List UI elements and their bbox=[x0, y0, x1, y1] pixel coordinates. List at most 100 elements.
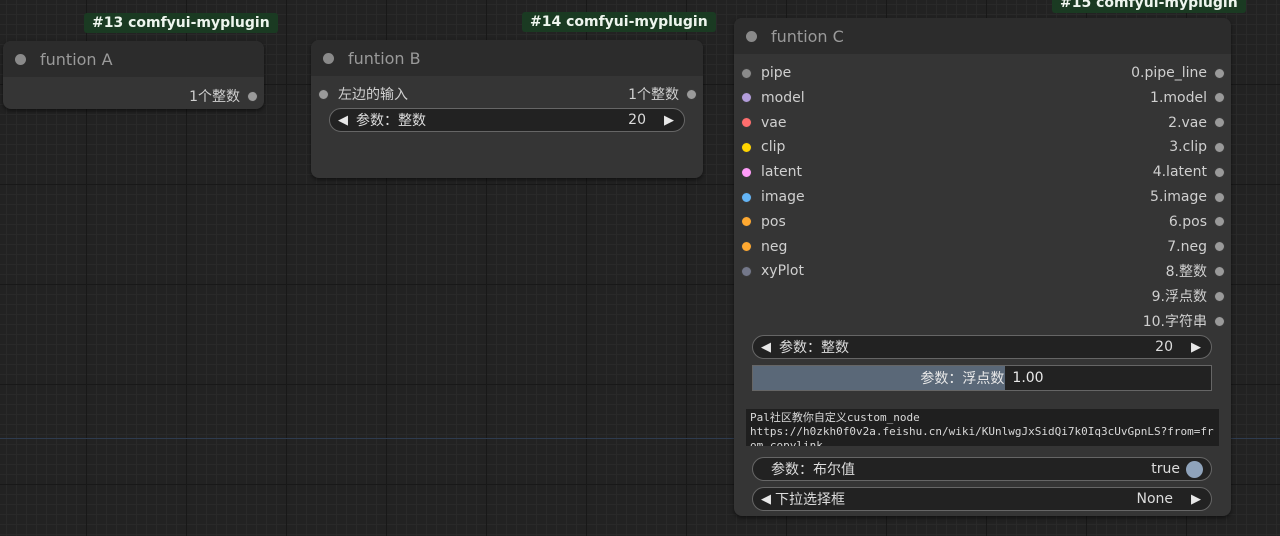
node-c-combo-widget[interactable]: ◀ 下拉选择框 None ▶ bbox=[752, 487, 1212, 511]
node-c-output-port[interactable]: 0.pipe_line bbox=[1131, 63, 1225, 83]
output-slot-icon[interactable] bbox=[686, 88, 697, 100]
output-label: 7.neg bbox=[1167, 238, 1207, 255]
node-c-float-slider[interactable]: 参数：浮点数 1.00 bbox=[752, 365, 1212, 391]
input-slot-icon[interactable] bbox=[741, 191, 752, 203]
node-c-input-port[interactable]: clip bbox=[741, 137, 785, 157]
input-slot-icon[interactable] bbox=[741, 241, 752, 253]
node-c-input-port[interactable]: image bbox=[741, 187, 805, 207]
output-slot-icon[interactable] bbox=[1214, 92, 1225, 104]
input-slot-icon[interactable] bbox=[741, 166, 752, 178]
slider-label: 参数：浮点数 bbox=[920, 371, 1005, 387]
node-a-output-port[interactable]: 1个整数 bbox=[189, 86, 258, 106]
node-c-input-port[interactable]: pos bbox=[741, 212, 786, 232]
input-label: pipe bbox=[761, 65, 792, 81]
node-c-input-port[interactable]: vae bbox=[741, 113, 786, 133]
collapse-dot-icon[interactable] bbox=[323, 52, 334, 64]
node-c-bool-toggle[interactable]: 参数：布尔值 true bbox=[752, 457, 1212, 481]
node-c-output-port[interactable]: 10.字符串 bbox=[1143, 311, 1225, 331]
widget-label: 下拉选择框 bbox=[775, 492, 845, 508]
node-c-output-port[interactable]: 8.整数 bbox=[1166, 261, 1225, 281]
output-slot-icon[interactable] bbox=[1214, 241, 1225, 253]
node-c-text-widget[interactable]: Pal社区教你自定义custom_node https://h0zkh0f0v2… bbox=[746, 409, 1219, 446]
node-c-title: funtion C bbox=[771, 26, 844, 46]
node-a-title-bar[interactable]: funtion A bbox=[3, 41, 264, 77]
widget-value: None bbox=[1136, 491, 1173, 507]
input-label: latent bbox=[761, 164, 802, 181]
output-label: 1个整数 bbox=[628, 87, 679, 103]
input-slot-icon[interactable] bbox=[741, 67, 752, 79]
output-slot-icon[interactable] bbox=[1214, 290, 1225, 302]
toggle-knob-icon[interactable] bbox=[1186, 460, 1203, 478]
collapse-dot-icon[interactable] bbox=[746, 30, 757, 42]
output-slot-icon[interactable] bbox=[247, 90, 258, 102]
widget-value: 20 bbox=[1155, 339, 1173, 355]
node-c-output-port[interactable]: 6.pos bbox=[1169, 212, 1225, 232]
increment-arrow-icon[interactable]: ▶ bbox=[660, 113, 678, 128]
input-label: clip bbox=[761, 139, 786, 156]
node-b-input-port[interactable]: 左边的输入 bbox=[318, 84, 408, 104]
slider-text: 参数：浮点数 1.00 bbox=[753, 366, 1211, 390]
input-label: neg bbox=[761, 238, 788, 255]
input-slot-icon[interactable] bbox=[741, 92, 752, 104]
node-function-b[interactable]: funtion B 左边的输入 1个整数 ◀ 参数：整数 20 ▶ bbox=[311, 40, 703, 178]
node-c-input-port[interactable]: neg bbox=[741, 237, 787, 257]
node-function-c[interactable]: funtion C pipe model vae clip latent image pos… bbox=[734, 18, 1231, 516]
next-arrow-icon[interactable]: ▶ bbox=[1187, 492, 1205, 507]
widget-label: 参数：整数 bbox=[779, 340, 849, 356]
node-c-int-widget[interactable]: ◀ 参数：整数 20 ▶ bbox=[752, 335, 1212, 359]
input-slot-icon[interactable] bbox=[741, 117, 752, 129]
node-a-title: funtion A bbox=[40, 49, 113, 69]
decrement-arrow-icon[interactable]: ◀ bbox=[757, 340, 775, 355]
widget-value: true bbox=[1151, 461, 1180, 477]
node-b-int-widget[interactable]: ◀ 参数：整数 20 ▶ bbox=[329, 108, 685, 132]
output-slot-icon[interactable] bbox=[1214, 265, 1225, 277]
output-slot-icon[interactable] bbox=[1214, 315, 1225, 327]
output-slot-icon[interactable] bbox=[1214, 191, 1225, 203]
output-label: 9.浮点数 bbox=[1151, 289, 1207, 306]
input-label: vae bbox=[761, 114, 787, 131]
output-label: 5.image bbox=[1150, 189, 1207, 205]
output-label: 1个整数 bbox=[189, 89, 240, 105]
widget-label: 参数：布尔值 bbox=[771, 462, 855, 478]
node-c-output-port[interactable]: 7.neg bbox=[1167, 237, 1225, 257]
previous-arrow-icon[interactable]: ◀ bbox=[757, 492, 775, 507]
node-c-output-port[interactable]: 2.vae bbox=[1168, 113, 1225, 133]
output-label: 4.latent bbox=[1152, 164, 1207, 181]
node-c-input-port[interactable]: model bbox=[741, 88, 805, 108]
slider-value: 1.00 bbox=[1012, 370, 1044, 386]
output-slot-icon[interactable] bbox=[1214, 166, 1225, 178]
node-c-input-port[interactable]: xyPlot bbox=[741, 261, 804, 281]
output-slot-icon[interactable] bbox=[1214, 117, 1225, 129]
node-15-tag: #15 comfyui-myplugin bbox=[1052, 0, 1246, 13]
node-c-input-port[interactable]: pipe bbox=[741, 63, 791, 83]
node-c-output-port[interactable]: 9.浮点数 bbox=[1152, 286, 1225, 306]
node-c-output-port[interactable]: 4.latent bbox=[1153, 162, 1225, 182]
input-slot-icon[interactable] bbox=[741, 265, 752, 277]
input-slot-icon[interactable] bbox=[741, 216, 752, 228]
node-c-output-port[interactable]: 5.image bbox=[1150, 187, 1225, 207]
output-slot-icon[interactable] bbox=[1214, 67, 1225, 79]
node-13-tag: #13 comfyui-myplugin bbox=[84, 13, 278, 33]
input-slot-icon[interactable] bbox=[741, 141, 752, 153]
increment-arrow-icon[interactable]: ▶ bbox=[1187, 340, 1205, 355]
node-c-title-bar[interactable]: funtion C bbox=[734, 18, 1231, 54]
node-c-output-port[interactable]: 1.model bbox=[1150, 88, 1225, 108]
node-function-a[interactable]: funtion A 1个整数 bbox=[3, 41, 264, 109]
node-b-output-port[interactable]: 1个整数 bbox=[628, 84, 697, 104]
input-slot-icon[interactable] bbox=[318, 88, 329, 100]
input-label: 左边的输入 bbox=[338, 87, 408, 103]
node-14-tag: #14 comfyui-myplugin bbox=[522, 12, 716, 32]
output-slot-icon[interactable] bbox=[1214, 141, 1225, 153]
output-label: 3.clip bbox=[1169, 139, 1207, 156]
input-label: pos bbox=[761, 213, 786, 230]
output-label: 1.model bbox=[1150, 89, 1207, 106]
decrement-arrow-icon[interactable]: ◀ bbox=[334, 113, 352, 128]
input-label: xyPlot bbox=[761, 263, 804, 280]
node-b-title-bar[interactable]: funtion B bbox=[311, 40, 703, 76]
node-b-title: funtion B bbox=[348, 48, 421, 68]
node-c-input-port[interactable]: latent bbox=[741, 162, 802, 182]
widget-label: 参数：整数 bbox=[356, 113, 426, 129]
output-slot-icon[interactable] bbox=[1214, 216, 1225, 228]
node-c-output-port[interactable]: 3.clip bbox=[1169, 137, 1225, 157]
collapse-dot-icon[interactable] bbox=[15, 53, 26, 65]
